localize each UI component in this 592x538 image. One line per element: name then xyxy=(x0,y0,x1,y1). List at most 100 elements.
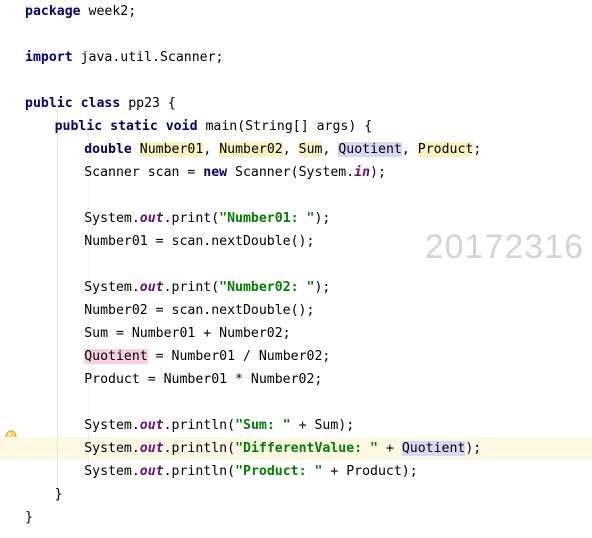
code-token: } xyxy=(54,487,63,502)
code-token: main(String[] args) { xyxy=(197,119,373,134)
code-token: "Number02: " xyxy=(219,280,315,295)
code-token: out xyxy=(139,211,164,226)
code-token: System. xyxy=(84,441,140,456)
code-token: out xyxy=(139,280,164,295)
code-token: ); xyxy=(314,211,331,226)
code-line-text: Quotient = Number01 / Number02; xyxy=(84,345,330,368)
code-editor[interactable]: 20172316 package week2;​import java.util… xyxy=(0,0,592,538)
code-line[interactable]: } xyxy=(0,506,592,529)
code-token: } xyxy=(25,510,33,525)
code-token: ); xyxy=(314,280,331,295)
code-token: new xyxy=(203,165,228,180)
code-line-text: import java.util.Scanner; xyxy=(25,46,224,69)
code-line-text: public class pp23 { xyxy=(25,92,176,115)
code-line[interactable]: package week2; xyxy=(0,0,592,23)
code-token: .print( xyxy=(163,211,220,226)
code-token: .print( xyxy=(163,280,220,295)
code-line-text: package week2; xyxy=(25,0,136,23)
code-token: Sum = Number01 + Number02; xyxy=(84,326,291,341)
code-token: "Number01: " xyxy=(219,211,315,226)
code-token: Product = Number01 * Number02; xyxy=(84,372,323,387)
code-token: "DifferentValue: " xyxy=(235,441,378,456)
code-token: pp23 { xyxy=(120,96,176,111)
code-line[interactable]: public static void main(String[] args) { xyxy=(0,115,592,138)
code-line-text: } xyxy=(55,483,63,506)
code-token: = Number01 / Number02; xyxy=(147,349,331,364)
code-token: "Product: " xyxy=(235,464,323,479)
code-token: System. xyxy=(84,418,140,433)
code-line-text: Number01 = scan.nextDouble(); xyxy=(84,230,314,253)
code-token: .println( xyxy=(163,464,236,479)
code-token: ); xyxy=(370,165,386,180)
code-token: Number01 = scan.nextDouble(); xyxy=(84,234,315,249)
code-line[interactable]: Sum = Number01 + Number02; xyxy=(0,322,592,345)
code-token: Product xyxy=(417,142,474,157)
code-token: + Sum); xyxy=(290,418,355,433)
code-line-text: Product = Number01 * Number02; xyxy=(84,368,322,391)
code-line[interactable]: Quotient = Number01 / Number02; xyxy=(0,345,592,368)
code-token: , xyxy=(203,142,220,157)
code-line-text: System.out.println("Product: " + Product… xyxy=(84,460,418,483)
code-token: ); xyxy=(465,441,482,456)
code-line[interactable]: } xyxy=(0,483,592,506)
code-token: public class xyxy=(25,96,121,111)
code-line-text: Scanner scan = new Scanner(System.in); xyxy=(84,161,386,184)
code-token: Scanner scan = xyxy=(84,165,204,180)
code-line-text: System.out.println("Sum: " + Sum); xyxy=(84,414,354,437)
code-line[interactable]: Number02 = scan.nextDouble(); xyxy=(0,299,592,322)
indent-guide-level-1 xyxy=(57,110,58,500)
code-token: .println( xyxy=(163,418,236,433)
code-token: out xyxy=(139,441,164,456)
code-line[interactable]: Number01 = scan.nextDouble(); xyxy=(0,230,592,253)
code-token: .println( xyxy=(163,441,236,456)
code-token: Sum xyxy=(298,142,323,157)
code-token: public static void xyxy=(54,119,198,134)
code-line[interactable]: public class pp23 { xyxy=(0,92,592,115)
code-line[interactable]: Product = Number01 * Number02; xyxy=(0,368,592,391)
code-line[interactable]: System.out.println("Product: " + Product… xyxy=(0,460,592,483)
code-token: java.util.Scanner; xyxy=(72,50,224,65)
code-line[interactable]: System.out.print("Number01: "); xyxy=(0,207,592,230)
code-token: , xyxy=(322,142,339,157)
code-token: Scanner(System. xyxy=(227,165,355,180)
code-line-text: Number02 = scan.nextDouble(); xyxy=(84,299,314,322)
code-token: System. xyxy=(84,211,140,226)
code-token: Quotient xyxy=(338,142,402,157)
code-line[interactable]: double Number01, Number02, Sum, Quotient… xyxy=(0,138,592,161)
code-line[interactable]: ​ xyxy=(0,23,592,46)
code-token: week2; xyxy=(80,4,137,19)
code-line-text: Sum = Number01 + Number02; xyxy=(84,322,290,345)
code-line[interactable]: ​ xyxy=(0,69,592,92)
code-line-current[interactable]: System.out.println("DifferentValue: " + … xyxy=(0,437,592,460)
code-token: Quotient xyxy=(84,349,148,364)
code-token: Number02 xyxy=(219,142,283,157)
code-token: Quotient xyxy=(401,441,466,456)
code-token: out xyxy=(139,418,164,433)
code-line-text: System.out.print("Number01: "); xyxy=(84,207,330,230)
code-token: , xyxy=(401,142,418,157)
code-token: ; xyxy=(473,142,482,157)
code-line[interactable]: System.out.println("Sum: " + Sum); xyxy=(0,414,592,437)
code-line-text: } xyxy=(25,506,33,529)
code-token: out xyxy=(139,464,164,479)
code-token: in xyxy=(354,165,371,180)
code-token: package xyxy=(25,4,81,19)
code-line[interactable]: Scanner scan = new Scanner(System.in); xyxy=(0,161,592,184)
code-token: double xyxy=(84,142,132,157)
code-token: + Product); xyxy=(322,464,418,479)
code-line[interactable]: System.out.print("Number02: "); xyxy=(0,276,592,299)
code-line-text: System.out.print("Number02: "); xyxy=(84,276,330,299)
code-token: import xyxy=(25,50,73,65)
code-token: Number02 = scan.nextDouble(); xyxy=(84,303,315,318)
code-line-text: public static void main(String[] args) { xyxy=(55,115,373,138)
code-line-text: System.out.println("DifferentValue: " + … xyxy=(84,437,481,460)
code-token: Number01 xyxy=(139,142,204,157)
code-line-text: double Number01, Number02, Sum, Quotient… xyxy=(84,138,481,161)
code-token: "Sum: " xyxy=(235,418,291,433)
code-token: System. xyxy=(84,464,140,479)
code-token: , xyxy=(282,142,299,157)
code-token: + xyxy=(377,441,402,456)
code-line[interactable]: import java.util.Scanner; xyxy=(0,46,592,69)
code-token: System. xyxy=(84,280,140,295)
